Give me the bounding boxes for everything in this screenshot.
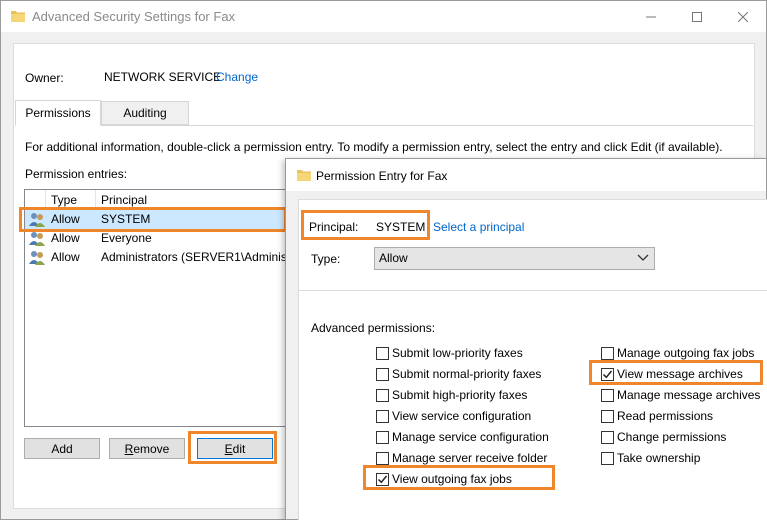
remove-label-rest: emove — [133, 441, 170, 456]
remove-button[interactable]: Remove — [109, 438, 185, 459]
column-header-type[interactable]: Type — [51, 193, 77, 207]
permission-entries-label: Permission entries: — [25, 167, 128, 181]
checkbox[interactable] — [376, 347, 389, 360]
type-label: Type: — [311, 252, 341, 266]
divider — [299, 290, 767, 291]
info-text: For additional information, double-click… — [25, 140, 723, 154]
checkbox-label: Submit normal-priority faxes — [392, 367, 542, 381]
entry-type: Allow — [51, 250, 80, 264]
checkbox-label: Read permissions — [617, 409, 714, 423]
type-select-value: Allow — [379, 251, 408, 265]
add-button[interactable]: Add — [24, 438, 100, 459]
maximize-icon — [692, 11, 702, 22]
highlight-view-message-archives — [589, 360, 763, 385]
checkbox-label: Change permissions — [617, 430, 727, 444]
tab-permissions[interactable]: Permissions — [15, 100, 101, 126]
tab-label: Auditing — [123, 106, 167, 120]
checkbox-label: Submit low-priority faxes — [392, 346, 523, 360]
checkbox[interactable] — [376, 410, 389, 423]
folder-icon — [11, 11, 25, 22]
tab-auditing[interactable]: Auditing — [101, 101, 189, 125]
window-title: Advanced Security Settings for Fax — [32, 9, 236, 24]
highlight-view-outgoing-fax-jobs — [363, 465, 555, 490]
users-icon — [29, 251, 45, 265]
checkbox[interactable] — [376, 389, 389, 402]
highlight-system-row — [19, 207, 287, 232]
checkbox-label: View service configuration — [392, 409, 532, 423]
checkbox-label: Manage service configuration — [392, 430, 549, 444]
checkbox-label: Take ownership — [617, 451, 701, 465]
entry-type: Allow — [51, 231, 80, 245]
select-principal-link[interactable]: Select a principal — [433, 220, 524, 234]
type-select[interactable]: Allow — [374, 247, 655, 270]
checkbox[interactable] — [376, 431, 389, 444]
advanced-permissions-label: Advanced permissions: — [311, 321, 436, 335]
column-header-principal[interactable]: Principal — [101, 193, 147, 207]
entry-principal: Administrators (SERVER1\Administrators) — [101, 250, 304, 264]
close-icon — [738, 11, 748, 22]
folder-icon — [297, 170, 311, 181]
minimize-button[interactable] — [628, 1, 674, 32]
entry-principal: Everyone — [101, 231, 152, 245]
highlight-edit-button — [188, 431, 277, 464]
checkbox-label: Manage message archives — [617, 388, 761, 402]
checkbox-label: Manage outgoing fax jobs — [617, 346, 755, 360]
checkbox[interactable] — [601, 452, 614, 465]
tab-label: Permissions — [25, 106, 91, 120]
checkbox[interactable] — [601, 431, 614, 444]
checkbox[interactable] — [601, 410, 614, 423]
dialog-title: Permission Entry for Fax — [316, 169, 448, 183]
checkbox[interactable] — [601, 347, 614, 360]
list-item[interactable]: Allow Administrators (SERVER1\Administra… — [25, 248, 303, 267]
chevron-down-icon — [637, 254, 649, 261]
owner-value: NETWORK SERVICE — [104, 70, 222, 84]
checkbox[interactable] — [376, 452, 389, 465]
minimize-icon — [646, 16, 656, 17]
checkbox-label: Submit high-priority faxes — [392, 388, 528, 402]
owner-label: Owner: — [25, 71, 64, 85]
users-icon — [29, 232, 45, 246]
close-button[interactable] — [720, 1, 766, 32]
change-owner-link[interactable]: Change — [216, 70, 258, 84]
maximize-button[interactable] — [674, 1, 720, 32]
dialog-title-bar[interactable]: Permission Entry for Fax — [286, 159, 766, 191]
checkbox[interactable] — [601, 389, 614, 402]
highlight-principal — [301, 210, 430, 240]
checkbox-label: Manage server receive folder — [392, 451, 548, 465]
title-bar[interactable]: Advanced Security Settings for Fax — [1, 1, 766, 32]
remove-accelerator: R — [124, 441, 134, 456]
checkbox[interactable] — [376, 368, 389, 381]
